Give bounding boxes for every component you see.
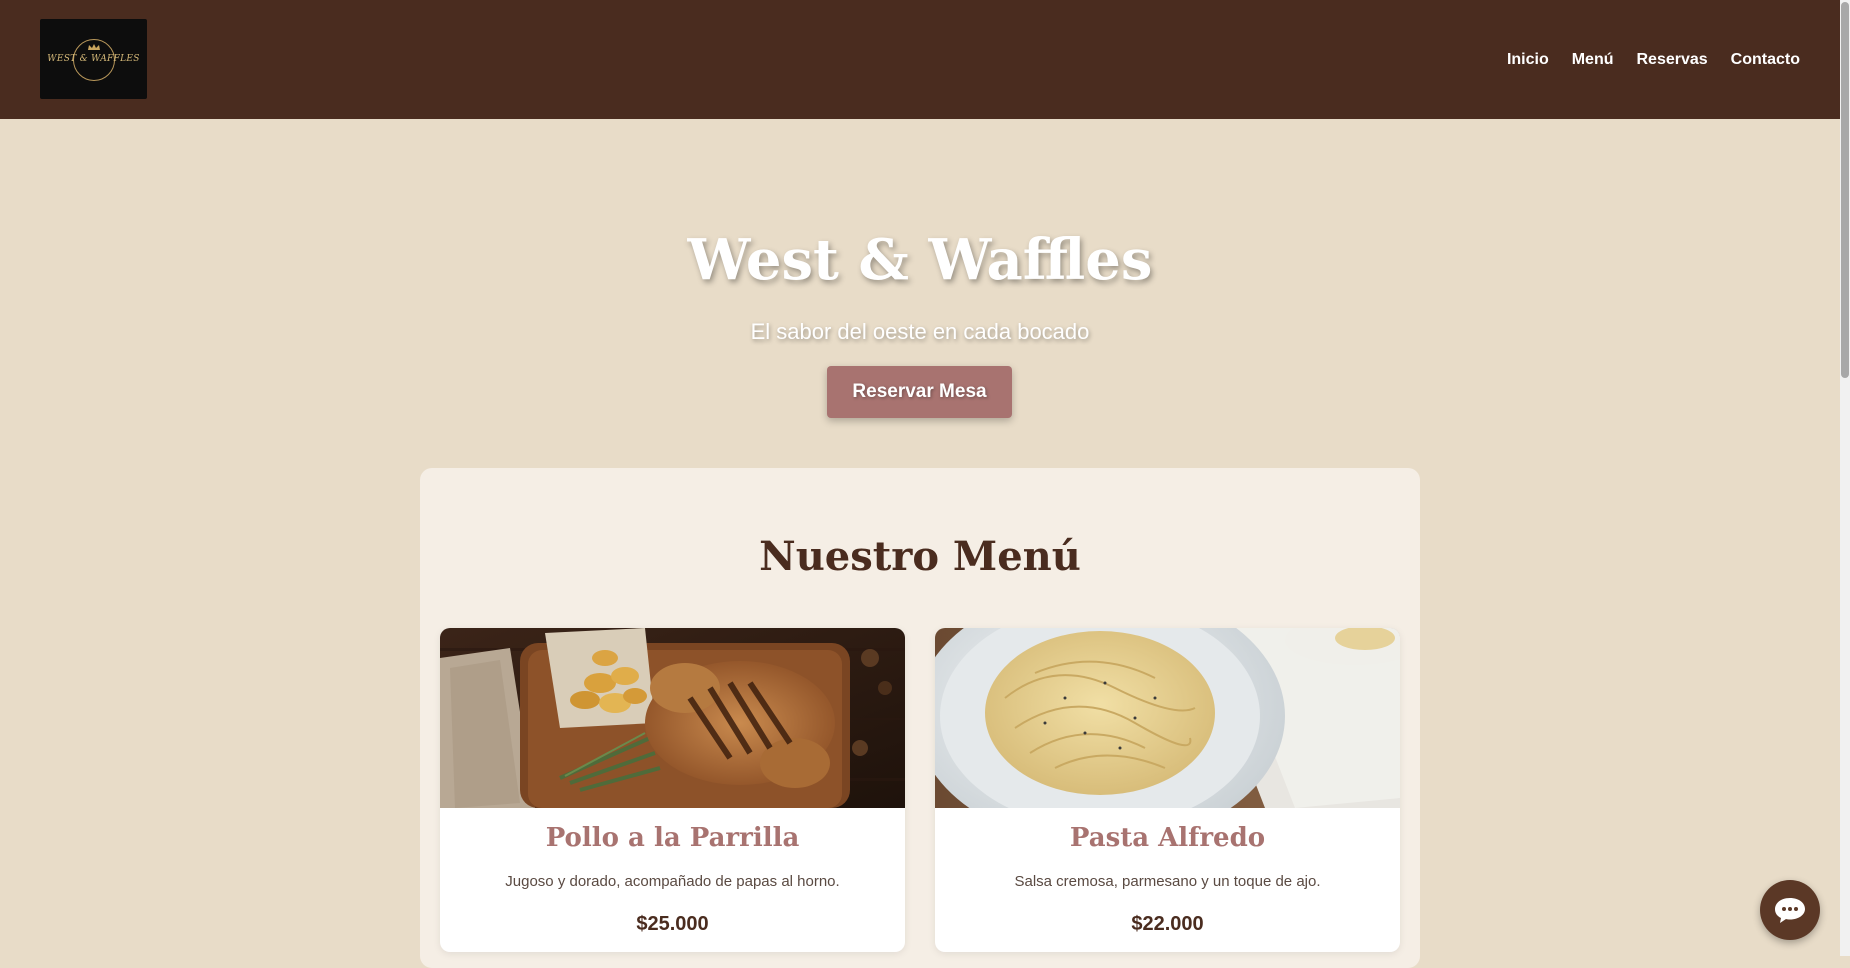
- chat-bubble-icon: [1775, 898, 1805, 923]
- menu-card-pasta[interactable]: Pasta Alfredo Salsa cremosa, parmesano y…: [935, 628, 1400, 952]
- menu-title: Nuestro Menú: [759, 533, 1081, 580]
- menu-item-name: Pasta Alfredo: [1069, 823, 1266, 853]
- grilled-chicken-image: [440, 628, 905, 808]
- hero-title: West & Waffles: [687, 227, 1153, 293]
- site-header: WEST & WAFFLES Inicio Menú Reservas Cont…: [0, 0, 1840, 119]
- logo[interactable]: WEST & WAFFLES: [40, 19, 147, 99]
- menu-item-price: $25.000: [636, 913, 709, 935]
- logo-text: WEST & WAFFLES: [47, 54, 140, 64]
- scrollbar-thumb[interactable]: [1841, 2, 1849, 378]
- hero-subtitle: El sabor del oeste en cada bocado: [750, 319, 1090, 344]
- pasta-alfredo-image: [935, 628, 1400, 808]
- nav-link-contacto[interactable]: Contacto: [1731, 51, 1800, 69]
- menu-section: Nuestro Menú Pollo a la Parrilla Jugoso …: [420, 468, 1420, 968]
- reserve-table-button[interactable]: Reservar Mesa: [827, 366, 1012, 418]
- menu-item-price: $22.000: [1131, 913, 1204, 935]
- menu-card-pollo[interactable]: Pollo a la Parrilla Jugoso y dorado, aco…: [440, 628, 905, 952]
- menu-item-description: Jugoso y dorado, acompañado de papas al …: [505, 873, 840, 890]
- menu-item-description: Salsa cremosa, parmesano y un toque de a…: [1014, 873, 1321, 890]
- nav-link-menu[interactable]: Menú: [1572, 51, 1614, 69]
- menu-item-name: Pollo a la Parrilla: [545, 823, 800, 853]
- vertical-scrollbar[interactable]: [1840, 0, 1850, 956]
- main-nav: Inicio Menú Reservas Contacto: [1507, 0, 1800, 119]
- nav-link-reservas[interactable]: Reservas: [1637, 51, 1708, 69]
- chat-button[interactable]: [1760, 880, 1820, 940]
- nav-link-inicio[interactable]: Inicio: [1507, 51, 1549, 69]
